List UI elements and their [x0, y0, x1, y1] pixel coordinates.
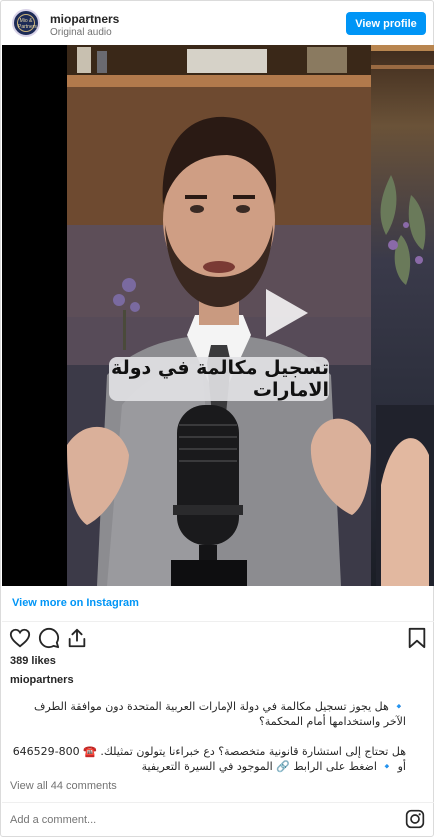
bookmark-icon[interactable]: [406, 627, 428, 649]
divider: [2, 802, 434, 803]
caption-username[interactable]: miopartners: [10, 674, 74, 686]
comment-icon[interactable]: [38, 627, 60, 649]
video-caption-overlay: تسجيل مكالمة في دولة الامارات: [109, 357, 329, 401]
view-more-link[interactable]: View more on Instagram: [12, 597, 139, 609]
instagram-embed-card: Mio & Partners miopartners Original audi…: [0, 0, 434, 837]
share-icon[interactable]: [66, 627, 88, 649]
likes-count[interactable]: 389 likes: [10, 655, 56, 667]
video-player[interactable]: تسجيل مكالمة في دولة الامارات: [2, 45, 434, 586]
speaker-figure: [67, 45, 371, 586]
avatar-logo: Mio & Partners: [17, 14, 37, 32]
avatar[interactable]: Mio & Partners: [12, 9, 40, 37]
letterbox-right: [371, 45, 434, 586]
post-caption-line-1: 🔹 هل يجوز تسجيل مكالمة في دولة الإمارات …: [33, 700, 406, 728]
play-icon[interactable]: [260, 285, 312, 341]
divider: [2, 621, 434, 622]
view-profile-button[interactable]: View profile: [346, 12, 426, 35]
post-header: Mio & Partners miopartners Original audi…: [1, 1, 433, 45]
post-caption-line-2: هل تحتاج إلى استشارة قانونية متخصصة؟ دع …: [12, 745, 406, 773]
view-comments-link[interactable]: View all 44 comments: [10, 780, 117, 792]
audio-label[interactable]: Original audio: [50, 27, 112, 38]
letterbox-left: [2, 45, 67, 586]
heart-icon[interactable]: [9, 627, 31, 649]
video-frame: [67, 45, 371, 586]
comment-input[interactable]: [10, 811, 390, 829]
username[interactable]: miopartners: [50, 12, 119, 26]
instagram-icon[interactable]: [405, 809, 425, 829]
